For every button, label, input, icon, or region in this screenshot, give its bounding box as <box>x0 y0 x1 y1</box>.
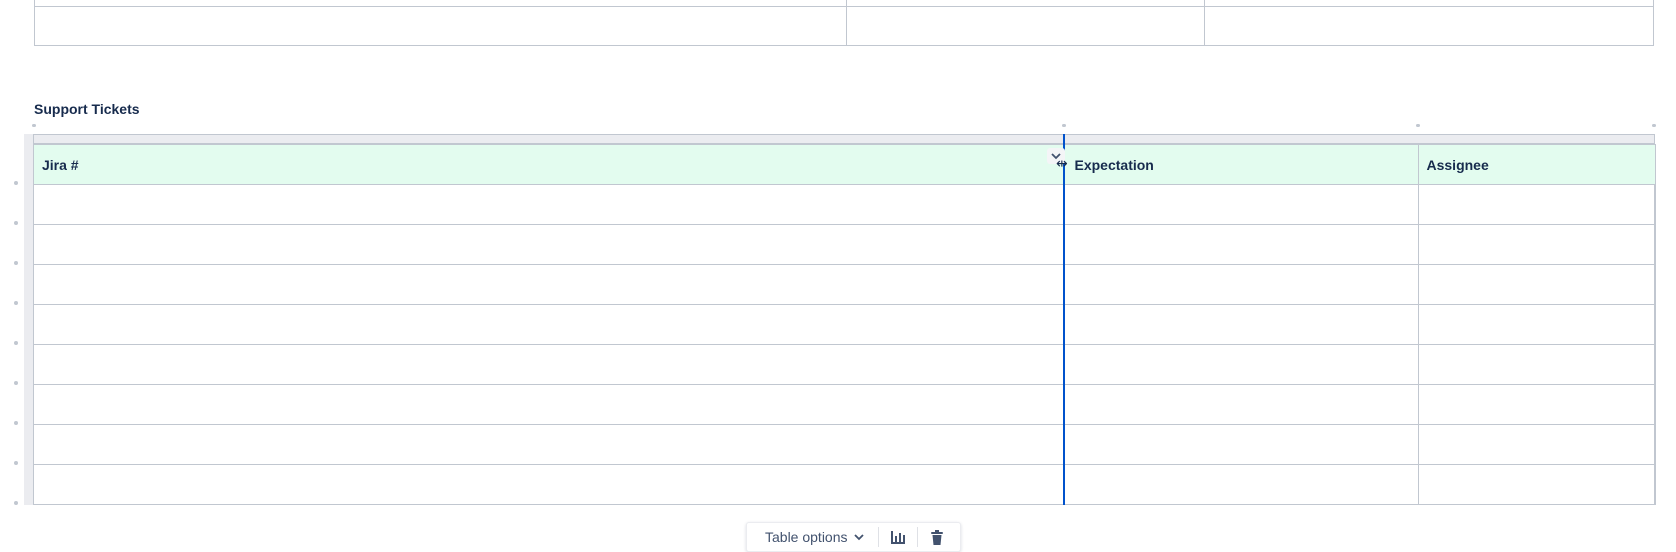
row-handle[interactable] <box>14 221 18 225</box>
insert-chart-button[interactable] <box>883 522 913 552</box>
table-row <box>34 184 1656 225</box>
trash-icon <box>930 529 943 545</box>
table-cell[interactable] <box>34 384 1065 425</box>
table-cell[interactable] <box>1417 184 1656 225</box>
table-cell[interactable] <box>1063 464 1419 505</box>
row-handle[interactable] <box>14 381 18 385</box>
previous-table <box>34 0 1654 46</box>
table-header-row: Jira # Expectation Assignee <box>34 144 1656 185</box>
section-title: Support Tickets <box>34 101 140 117</box>
toolbar-divider <box>877 527 879 547</box>
header-cell-assignee[interactable]: Assignee <box>1417 144 1656 185</box>
table-floating-toolbar: Table options <box>746 522 961 552</box>
support-tickets-table: Jira # Expectation Assignee <box>34 144 1656 505</box>
chevron-down-icon <box>853 533 864 540</box>
column-divider <box>1204 0 1205 45</box>
table-row <box>34 384 1656 425</box>
table-options-label: Table options <box>765 529 848 545</box>
delete-table-button[interactable] <box>922 522 952 552</box>
table-cell[interactable] <box>34 264 1065 305</box>
table-cell[interactable] <box>1063 344 1419 385</box>
table-row <box>34 464 1656 505</box>
table-cell[interactable] <box>1063 424 1419 465</box>
column-handle[interactable] <box>1416 124 1420 127</box>
table-row <box>34 304 1656 345</box>
table-cell[interactable] <box>34 184 1065 225</box>
row-handle[interactable] <box>14 421 18 425</box>
resize-cursor-icon: ⇹ <box>1056 156 1068 172</box>
table-cell[interactable] <box>1417 264 1656 305</box>
table-row <box>34 344 1656 385</box>
header-cell-jira[interactable]: Jira # <box>34 144 1065 185</box>
table-cell[interactable] <box>1417 424 1656 465</box>
table-cell[interactable] <box>1417 344 1656 385</box>
table-cell[interactable] <box>1063 184 1419 225</box>
table-cell[interactable] <box>1063 224 1419 265</box>
table-cell[interactable] <box>1417 304 1656 345</box>
row-handle[interactable] <box>14 461 18 465</box>
table-row <box>34 264 1656 305</box>
row-handle[interactable] <box>14 341 18 345</box>
table-cell[interactable] <box>34 424 1065 465</box>
table-row-divider <box>35 6 1653 7</box>
table-cell[interactable] <box>1063 304 1419 345</box>
row-controls-bar[interactable] <box>24 134 34 505</box>
row-handle[interactable] <box>14 501 18 505</box>
column-divider <box>846 0 847 45</box>
table-cell[interactable] <box>1063 384 1419 425</box>
toolbar-divider <box>916 527 918 547</box>
table-cell[interactable] <box>34 304 1065 345</box>
table-cell[interactable] <box>1417 224 1656 265</box>
row-handle[interactable] <box>14 301 18 305</box>
column-handle[interactable] <box>1062 124 1066 127</box>
column-resize-indicator[interactable] <box>1063 134 1065 505</box>
table-cell[interactable] <box>1063 264 1419 305</box>
table-options-button[interactable]: Table options <box>755 522 874 552</box>
bar-chart-icon <box>890 531 905 544</box>
row-handle[interactable] <box>14 261 18 265</box>
table-cell[interactable] <box>34 224 1065 265</box>
table-cell[interactable] <box>1417 464 1656 505</box>
table-cell[interactable] <box>34 464 1065 505</box>
header-cell-expectation[interactable]: Expectation <box>1063 144 1419 185</box>
table-cell[interactable] <box>1417 384 1656 425</box>
column-handle[interactable] <box>32 124 36 127</box>
table-row <box>34 224 1656 265</box>
row-handle[interactable] <box>14 181 18 185</box>
table-row <box>34 424 1656 465</box>
column-handle[interactable] <box>1652 124 1656 127</box>
column-controls-bar[interactable] <box>24 134 1655 144</box>
table-cell[interactable] <box>34 344 1065 385</box>
